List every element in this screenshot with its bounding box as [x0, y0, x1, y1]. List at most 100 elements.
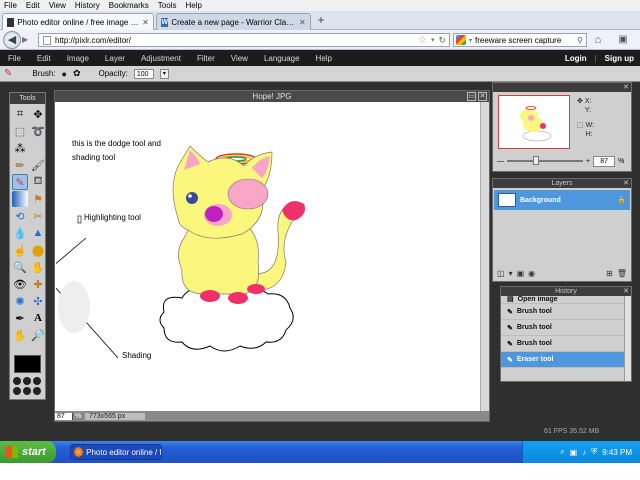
drawing-tool-icon[interactable]: ✂ [30, 208, 46, 224]
swatch-dot[interactable] [33, 377, 41, 385]
eraser-tool-icon[interactable]: ✎ [12, 174, 28, 190]
close-icon[interactable]: ✕ [623, 83, 629, 92]
menu-bookmarks[interactable]: Bookmarks [109, 1, 149, 10]
signup-link[interactable]: Sign up [601, 54, 640, 63]
blur-tool-icon[interactable]: 💧 [12, 225, 28, 241]
layer-row[interactable]: Background 🔒 [494, 190, 630, 210]
close-icon[interactable]: ✕ [623, 287, 629, 296]
tab-pixlr[interactable]: Photo editor online / free image editing… [2, 13, 154, 30]
swatch-dot[interactable] [23, 387, 31, 395]
pixlr-menu-edit[interactable]: Edit [29, 54, 59, 63]
login-link[interactable]: Login [561, 54, 591, 63]
history-scrollbar[interactable] [624, 296, 631, 381]
history-item[interactable]: ✎ Brush tool [501, 304, 624, 320]
bloat-tool-icon[interactable]: ✺ [12, 293, 28, 309]
color-swatch[interactable] [14, 355, 41, 373]
search-box[interactable]: ▾ freeware screen capture ⚲ [453, 33, 587, 47]
tray-shield-icon[interactable]: ⛨ [591, 447, 597, 457]
brush-preview-icon[interactable]: ● [62, 69, 67, 79]
layer-settings-icon[interactable]: ▣ [517, 269, 525, 278]
forward-button[interactable]: ▶ [22, 34, 34, 46]
reload-icon[interactable]: ↻ [438, 35, 449, 46]
url-bar[interactable]: http://pixlr.com/editor/ ☆ ▾ ↻ [38, 33, 450, 47]
zoom-tool-icon[interactable]: 🔎 [30, 327, 46, 343]
move-tool-icon[interactable]: ✥ [30, 106, 46, 122]
vertical-scrollbar[interactable] [480, 102, 489, 411]
trash-icon[interactable]: 🗑 [617, 269, 627, 278]
marquee-tool-icon[interactable]: ⬚ [12, 123, 28, 139]
menu-file[interactable]: File [4, 1, 17, 10]
close-tab-icon[interactable]: ✕ [142, 18, 149, 27]
tray-network-icon[interactable]: ▣ [570, 448, 578, 457]
redeye-tool-icon[interactable]: 👁 [12, 276, 28, 292]
menu-history[interactable]: History [75, 1, 100, 10]
pencil-tool-icon[interactable]: ✏ [12, 157, 28, 173]
pixlr-menu-layer[interactable]: Layer [97, 54, 133, 63]
layer-group-icon[interactable]: ◉ [528, 269, 535, 278]
pinch-tool-icon[interactable]: ✣ [30, 293, 46, 309]
bucket-tool-icon[interactable]: ⛾ [30, 174, 46, 190]
swatch-dot[interactable] [13, 387, 21, 395]
navigator-zoom-input[interactable]: 87 [593, 155, 616, 167]
lasso-tool-icon[interactable]: ➰ [30, 123, 46, 139]
zoom-slider[interactable] [507, 156, 583, 165]
menu-edit[interactable]: Edit [26, 1, 40, 10]
swatch-dot[interactable] [33, 387, 41, 395]
swatch-dot[interactable] [23, 377, 31, 385]
colorpicker-tool-icon[interactable]: ✒ [12, 310, 28, 326]
burn-tool-icon[interactable]: ✋ [30, 259, 46, 275]
crop-tool-icon[interactable]: ⌗ [12, 106, 28, 122]
tray-search-icon[interactable]: ⌕ [560, 447, 564, 457]
history-item[interactable]: ▤ Open image [501, 296, 624, 304]
layer-mask-icon[interactable]: ▾ [509, 269, 513, 278]
history-item[interactable]: ✎ Brush tool [501, 320, 624, 336]
color-replace-icon[interactable]: ⟲ [12, 208, 28, 224]
dodge-tool-icon[interactable]: 🔍 [12, 259, 28, 275]
pixlr-menu-image[interactable]: Image [59, 54, 97, 63]
type-tool-icon[interactable]: A [30, 310, 46, 326]
layer-new-icon[interactable]: ⊞ [606, 269, 613, 278]
sharpen-tool-icon[interactable]: ▲ [30, 225, 46, 241]
pixlr-menu-file[interactable]: File [0, 54, 29, 63]
brush-picker-icon[interactable]: ✿ [73, 68, 81, 79]
zoom-in-icon[interactable]: + [586, 158, 590, 165]
menu-help[interactable]: Help [185, 1, 201, 10]
close-icon[interactable]: ✕ [623, 179, 629, 188]
pixlr-menu-view[interactable]: View [223, 54, 256, 63]
pixlr-menu-language[interactable]: Language [256, 54, 308, 63]
close-icon[interactable]: ✕ [478, 92, 487, 101]
pixlr-menu-adjustment[interactable]: Adjustment [133, 54, 189, 63]
bookmark-star-icon[interactable]: ☆ [418, 35, 427, 46]
sponge-tool-icon[interactable]: ⬤ [30, 242, 46, 258]
gradient-tool-icon[interactable] [12, 191, 28, 207]
menu-tools[interactable]: Tools [158, 1, 177, 10]
zoom-field[interactable]: 87 [55, 412, 73, 420]
opacity-dropdown-icon[interactable]: ▾ [159, 68, 169, 79]
history-item-active[interactable]: ✎ Eraser tool [501, 352, 624, 368]
pixlr-menu-help[interactable]: Help [308, 54, 340, 63]
zoom-out-icon[interactable]: — [497, 158, 504, 165]
addon-icon[interactable]: ▣ [610, 32, 636, 48]
search-dropdown-icon[interactable]: ▾ [469, 37, 472, 44]
opacity-input[interactable]: 100 [133, 68, 154, 79]
close-tab-icon[interactable]: ✕ [299, 18, 306, 27]
swatch-dot[interactable] [13, 377, 21, 385]
zoom-slider-knob[interactable] [533, 156, 539, 165]
spot-heal-icon[interactable]: ✚ [30, 276, 46, 292]
tab-wikia[interactable]: W Create a new page - Warrior Clan Fanfi… [156, 13, 311, 30]
image-canvas[interactable]: this is the dodge tool and shading tool … [56, 102, 480, 411]
smudge-tool-icon[interactable]: ☝ [12, 242, 28, 258]
stamp-tool-icon[interactable]: ⚑ [30, 191, 46, 207]
search-input[interactable]: freeware screen capture [475, 36, 561, 45]
menu-view[interactable]: View [49, 1, 66, 10]
wand-tool-icon[interactable]: ⁂ [12, 140, 28, 156]
new-tab-button[interactable]: + [313, 14, 329, 29]
maximize-icon[interactable]: ▭ [467, 92, 476, 101]
start-button[interactable]: start [0, 441, 56, 463]
tray-volume-icon[interactable]: ♪ [582, 448, 586, 457]
home-button[interactable]: ⌂ [590, 32, 606, 48]
navigator-thumbnail[interactable] [498, 95, 570, 149]
hand-tool-icon[interactable]: ✋ [12, 327, 28, 343]
brush-tool-icon[interactable]: 🖌 [30, 157, 46, 173]
pixlr-menu-filter[interactable]: Filter [189, 54, 223, 63]
